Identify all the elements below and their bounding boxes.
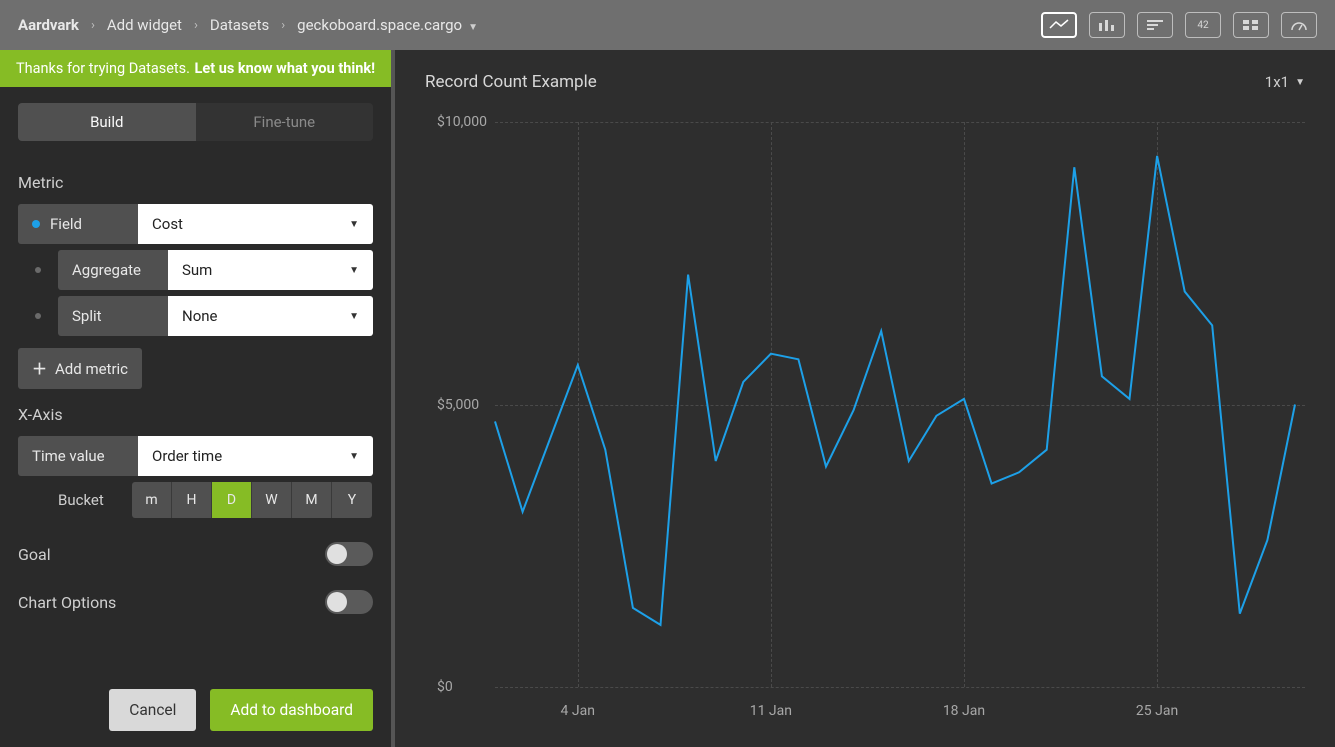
chart-type-icons: 42	[1041, 12, 1317, 38]
size-selector[interactable]: 1x1 ▼	[1265, 73, 1305, 91]
chevron-right-icon: ›	[194, 18, 198, 33]
config-panel: Metric Field Cost▼ Aggregate Sum▼	[0, 151, 391, 673]
tree-node-icon	[18, 250, 58, 290]
chevron-right-icon: ›	[281, 18, 285, 33]
chart-title: Record Count Example	[425, 72, 597, 92]
feedback-banner[interactable]: Thanks for trying Datasets. Let us know …	[0, 50, 391, 87]
bucket-day[interactable]: D	[212, 482, 252, 518]
sidebar-footer: Cancel Add to dashboard	[0, 673, 391, 747]
section-xaxis: X-Axis	[18, 405, 373, 424]
split-label: Split	[58, 296, 168, 336]
bar-chart-icon[interactable]	[1089, 12, 1125, 38]
bucket-month[interactable]: M	[292, 482, 332, 518]
line-chart-icon[interactable]	[1041, 12, 1077, 38]
tree-node-icon	[18, 296, 58, 336]
caret-down-icon: ▼	[1295, 77, 1305, 88]
add-metric-button[interactable]: ＋ Add metric	[18, 348, 142, 389]
chart-options-label: Chart Options	[18, 593, 116, 612]
main: Thanks for trying Datasets. Let us know …	[0, 50, 1335, 747]
config-tabs: Build Fine-tune	[18, 103, 373, 141]
bucket-week[interactable]: W	[252, 482, 292, 518]
bucket-hour[interactable]: H	[172, 482, 212, 518]
bucket-row: Bucket m H D W M Y	[58, 482, 373, 518]
breadcrumb: Aardvark › Add widget › Datasets › gecko…	[18, 16, 478, 34]
chevron-right-icon: ›	[91, 18, 95, 33]
banner-text: Thanks for trying Datasets.	[16, 60, 190, 77]
sidebar: Thanks for trying Datasets. Let us know …	[0, 50, 395, 747]
number-icon[interactable]: 42	[1185, 12, 1221, 38]
time-value-label: Time value	[18, 436, 138, 476]
aggregate-select[interactable]: Sum▼	[168, 250, 373, 290]
tab-build[interactable]: Build	[18, 103, 196, 141]
split-select[interactable]: None▼	[168, 296, 373, 336]
bucket-year[interactable]: Y	[332, 482, 372, 518]
goal-toggle[interactable]	[325, 542, 373, 566]
series-color-dot	[32, 220, 40, 228]
time-value-row: Time value Order time▼	[18, 436, 373, 476]
banner-link[interactable]: Let us know what you think!	[195, 60, 375, 77]
chart-options-toggle[interactable]	[325, 590, 373, 614]
field-label: Field	[18, 204, 138, 244]
goal-label: Goal	[18, 545, 51, 564]
section-metric: Metric	[18, 173, 373, 192]
chart: $0$5,000$10,0004 Jan11 Jan18 Jan25 Jan	[425, 102, 1305, 725]
breadcrumb-add-widget[interactable]: Add widget	[107, 16, 182, 34]
caret-down-icon: ▼	[349, 451, 359, 462]
bucket-buttons: m H D W M Y	[132, 482, 372, 518]
goal-row: Goal	[18, 542, 373, 566]
field-row: Field Cost▼	[18, 204, 373, 244]
table-icon[interactable]	[1233, 12, 1269, 38]
caret-down-icon: ▼	[468, 22, 478, 33]
topbar: Aardvark › Add widget › Datasets › gecko…	[0, 0, 1335, 50]
preview-header: Record Count Example 1x1 ▼	[425, 72, 1305, 92]
caret-down-icon: ▼	[349, 265, 359, 276]
plus-icon: ＋	[32, 358, 47, 379]
chart-line	[495, 156, 1295, 625]
breadcrumb-datasets[interactable]: Datasets	[210, 16, 269, 34]
aggregate-label: Aggregate	[58, 250, 168, 290]
add-to-dashboard-button[interactable]: Add to dashboard	[210, 689, 373, 731]
split-row: Split None▼	[18, 296, 373, 336]
bucket-label: Bucket	[58, 491, 118, 509]
cancel-button[interactable]: Cancel	[109, 689, 196, 731]
chart-options-row: Chart Options	[18, 590, 373, 614]
field-select[interactable]: Cost▼	[138, 204, 373, 244]
time-value-select[interactable]: Order time▼	[138, 436, 373, 476]
caret-down-icon: ▼	[349, 311, 359, 322]
caret-down-icon: ▼	[349, 219, 359, 230]
leaderboard-icon[interactable]	[1137, 12, 1173, 38]
breadcrumb-current[interactable]: geckoboard.space.cargo▼	[297, 16, 478, 34]
aggregate-row: Aggregate Sum▼	[18, 250, 373, 290]
gauge-icon[interactable]	[1281, 12, 1317, 38]
tab-finetune[interactable]: Fine-tune	[196, 103, 374, 141]
preview-panel: Record Count Example 1x1 ▼ $0$5,000$10,0…	[395, 50, 1335, 747]
breadcrumb-root[interactable]: Aardvark	[18, 16, 79, 34]
bucket-minute[interactable]: m	[132, 482, 172, 518]
